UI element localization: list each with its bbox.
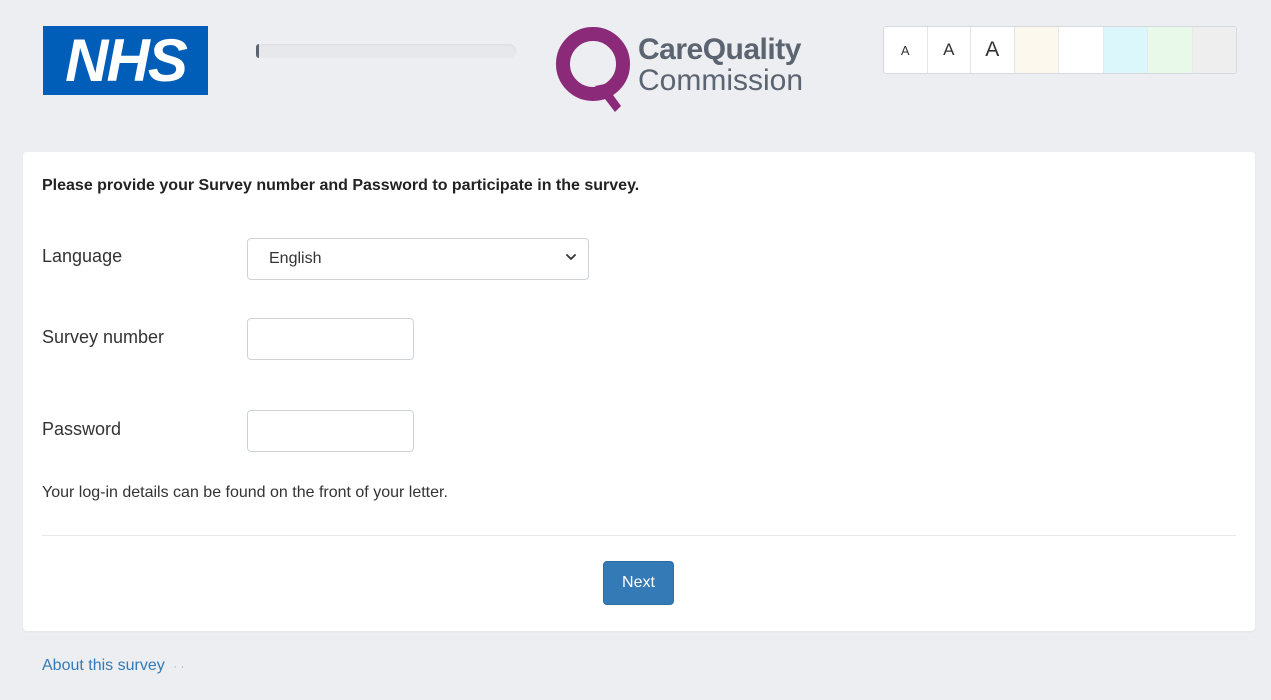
cqc-logo: CareQuality Commission (555, 26, 825, 114)
survey-number-input[interactable] (247, 318, 414, 360)
cqc-logo-line2: Commission (638, 64, 804, 97)
color-scheme-grey-button[interactable] (1192, 27, 1236, 73)
cqc-logo-line1: CareQuality (638, 33, 801, 66)
next-button[interactable]: Next (603, 561, 674, 605)
form-divider (42, 535, 1236, 536)
progress-bar (256, 44, 516, 58)
text-size-small-button[interactable]: A (884, 27, 928, 73)
language-select[interactable]: English (247, 238, 589, 280)
accessibility-toolbar: A A A (883, 26, 1237, 74)
chevron-down-icon (566, 254, 576, 260)
progress-bar-fill (256, 44, 259, 58)
color-scheme-green-button[interactable] (1148, 27, 1193, 73)
footer-separator: · · (173, 659, 185, 673)
text-size-large-button[interactable]: A (971, 27, 1015, 73)
color-scheme-blue-button[interactable] (1103, 27, 1148, 73)
login-help-text: Your log-in details can be found on the … (42, 484, 448, 501)
page-header: NHS CareQuality Commission A A A (0, 0, 1271, 150)
password-input[interactable] (247, 410, 414, 452)
password-label: Password (42, 419, 122, 439)
language-selected-value: English (269, 250, 322, 267)
nhs-logo: NHS (43, 26, 208, 95)
cqc-logo-text: CareQuality Commission (638, 34, 803, 96)
color-scheme-cream-button[interactable] (1014, 27, 1059, 73)
color-scheme-white-button[interactable] (1059, 27, 1104, 73)
survey-number-label: Survey number (42, 327, 165, 347)
text-size-medium-button[interactable]: A (927, 27, 971, 73)
language-label: Language (42, 246, 123, 266)
about-survey-link[interactable]: About this survey (42, 657, 165, 674)
cqc-q-logo-icon (556, 27, 630, 112)
login-form-card: Please provide your Survey number and Pa… (23, 152, 1255, 631)
form-instruction: Please provide your Survey number and Pa… (42, 177, 640, 194)
page-footer: About this survey · · (42, 657, 185, 675)
